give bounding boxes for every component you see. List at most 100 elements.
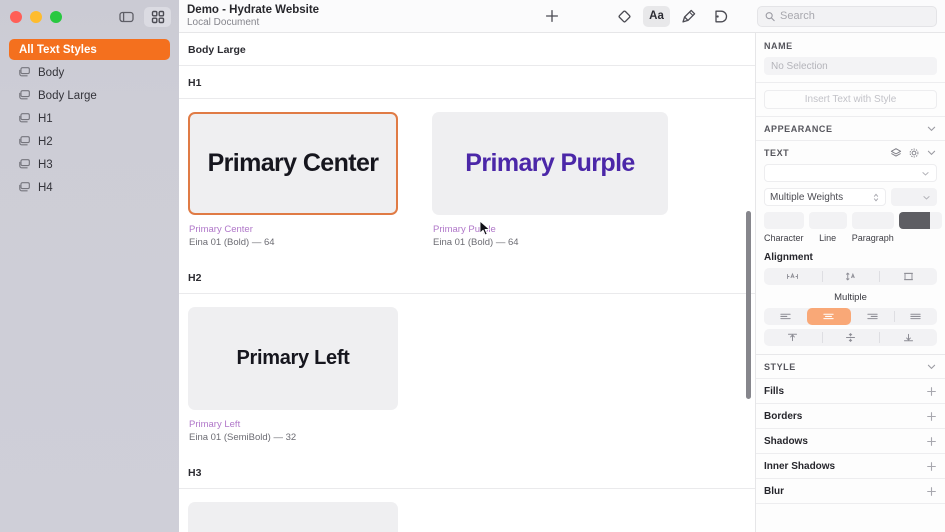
align-middle-icon [845, 333, 856, 342]
insert-text-with-style-button[interactable]: Insert Text with Style [764, 90, 937, 109]
section-heading-h1: H1 [179, 66, 755, 99]
plus-icon[interactable] [926, 436, 937, 447]
paragraph-spacing-icon [903, 272, 913, 281]
character-spacing-control[interactable]: Character [764, 212, 804, 243]
plus-icon[interactable] [926, 411, 937, 422]
paragraph-spacing-button[interactable] [879, 268, 937, 285]
close-button[interactable] [10, 10, 22, 23]
paragraph-spacing-control[interactable]: Paragraph [851, 212, 894, 243]
line-spacing-control[interactable]: Line [808, 212, 847, 243]
stepper-icon[interactable] [872, 192, 880, 203]
sidebar-item-body[interactable]: Body [9, 62, 170, 83]
grid-icon [151, 10, 164, 23]
chevron-down-icon [922, 171, 929, 176]
font-size-field[interactable] [891, 188, 937, 206]
style-preview-text: Primary Left [236, 347, 350, 369]
style-row-shadows[interactable]: Shadows [756, 428, 945, 453]
letter-spacing-button[interactable] [764, 268, 822, 285]
plus-icon[interactable] [926, 386, 937, 397]
tab-layer-styles[interactable] [675, 6, 702, 27]
minimize-button[interactable] [30, 10, 42, 23]
section-heading-h3: H3 [179, 456, 755, 489]
sidebar-item-all-text-styles[interactable]: All Text Styles [9, 39, 170, 60]
canvas-scrollbar[interactable] [744, 33, 753, 532]
align-center-icon [823, 313, 835, 319]
line-height-icon [845, 272, 855, 281]
scrollbar-thumb[interactable] [746, 211, 751, 399]
style-card-name: Primary Purple [433, 224, 496, 235]
sidebar-item-label: Body Large [38, 89, 97, 102]
character-swatch[interactable] [764, 212, 804, 229]
chevron-down-icon[interactable] [926, 361, 937, 372]
line-swatch[interactable] [808, 212, 847, 229]
style-card-preview[interactable]: Primary Center [188, 112, 398, 215]
appearance-section-header[interactable]: APPEARANCE [756, 117, 945, 140]
text-color-control[interactable] [898, 212, 943, 229]
app-window: All Text Styles Body Body Large H1 H2 H3… [0, 0, 945, 532]
style-card-meta: Primary Center Eina 01 (Bold) — 64 [188, 215, 398, 249]
chevron-down-icon[interactable] [926, 123, 937, 134]
tab-text-styles[interactable]: Aa [643, 5, 670, 27]
search-input[interactable] [780, 10, 929, 22]
style-card-primary-purple[interactable]: Primary Purple Primary Purple Eina 01 (B… [432, 112, 668, 249]
add-style-button[interactable] [539, 4, 565, 28]
tab-color-variables[interactable] [707, 6, 734, 27]
paragraph-swatch[interactable] [851, 212, 894, 229]
style-card-primary-left[interactable]: Primary Left Primary Left Eina 01 (SemiB… [188, 307, 398, 444]
style-row-inner-shadows[interactable]: Inner Shadows [756, 453, 945, 478]
plus-icon[interactable] [926, 486, 937, 497]
sidebar-item-h2[interactable]: H2 [9, 131, 170, 152]
swatch-icon [714, 10, 727, 22]
align-bottom-button[interactable] [879, 329, 937, 346]
layers-icon[interactable] [890, 147, 902, 159]
chevron-down-icon[interactable] [926, 147, 937, 158]
style-row-borders[interactable]: Borders [756, 403, 945, 428]
style-card-primary-center[interactable]: Primary Center Primary Center Eina 01 (B… [188, 112, 398, 249]
style-card-preview[interactable] [188, 502, 398, 532]
sidebar-item-body-large[interactable]: Body Large [9, 85, 170, 106]
style-rows: Fills Borders Shadows Inner Shadows Blur [756, 378, 945, 504]
panel-view-button[interactable] [113, 7, 140, 27]
text-section-header[interactable]: TEXT [756, 141, 945, 164]
align-right-button[interactable] [851, 308, 894, 325]
style-card-name: Primary Center [189, 224, 253, 235]
text-color-swatch[interactable] [898, 212, 943, 229]
tab-symbols[interactable] [611, 6, 638, 27]
text-style-icon [19, 113, 30, 123]
panel-icon [119, 11, 134, 22]
text-style-icon [19, 159, 30, 169]
style-card-preview[interactable]: Primary Purple [432, 112, 668, 215]
style-preview-text: Primary Purple [465, 149, 635, 177]
search-field[interactable] [757, 5, 937, 27]
sidebar-item-label: Body [38, 66, 65, 79]
style-card-name: Primary Left [189, 419, 241, 430]
style-card-preview[interactable]: Primary Left [188, 307, 398, 410]
align-middle-button[interactable] [821, 329, 880, 346]
horizontal-alignment-group [764, 308, 937, 325]
style-card-h3-partial[interactable] [188, 502, 398, 532]
sidebar: All Text Styles Body Body Large H1 H2 H3… [0, 0, 179, 532]
style-section-header[interactable]: STYLE [756, 355, 945, 378]
line-height-button[interactable] [821, 268, 880, 285]
align-left-button[interactable] [764, 308, 807, 325]
font-weight-select[interactable]: Multiple Weights [764, 188, 886, 206]
align-center-button[interactable] [807, 308, 851, 325]
align-justify-button[interactable] [893, 308, 937, 325]
style-row-fills[interactable]: Fills [756, 378, 945, 403]
canvas[interactable]: Body Large H1 Primary Center Primary Cen… [179, 33, 755, 532]
gear-icon[interactable] [908, 147, 920, 159]
name-input[interactable]: No Selection [764, 57, 937, 75]
style-card-spec: Eina 01 (Bold) — 64 [189, 237, 275, 248]
paragraph-label: Paragraph [851, 233, 894, 243]
style-card-meta: Primary Left Eina 01 (SemiBold) — 32 [188, 410, 398, 444]
align-top-button[interactable] [764, 329, 822, 346]
style-row-label: Blur [764, 485, 784, 497]
sidebar-item-h4[interactable]: H4 [9, 177, 170, 198]
grid-view-button[interactable] [144, 6, 171, 27]
sidebar-item-h3[interactable]: H3 [9, 154, 170, 175]
plus-icon[interactable] [926, 461, 937, 472]
sidebar-item-h1[interactable]: H1 [9, 108, 170, 129]
font-family-select[interactable] [764, 164, 937, 182]
zoom-button[interactable] [50, 10, 62, 23]
style-row-blur[interactable]: Blur [756, 478, 945, 503]
